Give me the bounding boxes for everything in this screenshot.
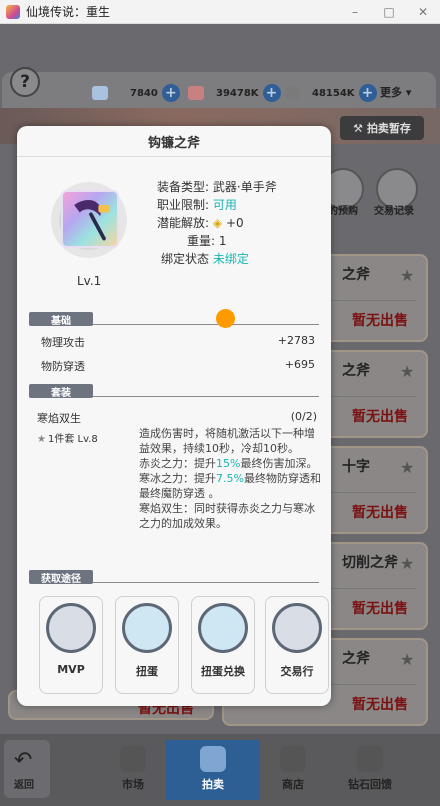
window-titlebar: 仙境传说：重生 – □ ✕ bbox=[0, 0, 440, 24]
item-detail-popup: 钩镰之斧 Lv.1 装备类型: 武器·单手斧 职业限制: 可用 潜能解放: ◈ … bbox=[17, 126, 331, 706]
section-source-header: 获取途径 bbox=[29, 570, 319, 585]
close-button[interactable]: ✕ bbox=[406, 0, 440, 24]
set-description: 造成伤害时，将随机激活以下一种增益效果，持续10秒，冷却10秒。 赤炎之力：提升… bbox=[139, 427, 321, 530]
set-name: 寒焰双生 bbox=[37, 412, 81, 425]
trade-icon bbox=[272, 603, 322, 653]
trade-record-label: 交易记录 bbox=[374, 206, 414, 217]
source-mvp[interactable]: MVP bbox=[39, 596, 103, 694]
back-arrow-icon: ↶ bbox=[14, 748, 33, 773]
source-gacha-exchange[interactable]: 扭蛋兑换 bbox=[191, 596, 255, 694]
add-diamond-button[interactable]: + bbox=[161, 84, 180, 102]
add-coin-button[interactable]: + bbox=[358, 84, 377, 102]
star-icon: ★ bbox=[37, 434, 46, 445]
favorite-star-icon[interactable]: ★ bbox=[400, 458, 416, 477]
bind-row: 绑定状态 未绑定 bbox=[161, 252, 249, 266]
potential-row: 潜能解放: ◈ +0 bbox=[157, 216, 244, 230]
app-icon bbox=[6, 4, 20, 19]
diamond-icon bbox=[92, 86, 108, 100]
favorite-star-icon[interactable]: ★ bbox=[400, 650, 416, 669]
more-menu[interactable]: 更多 ▾ bbox=[380, 84, 411, 100]
favorite-star-icon[interactable]: ★ bbox=[400, 266, 416, 285]
add-ruby-button[interactable]: + bbox=[262, 84, 281, 102]
set-piece-level: ★ 1件套 Lv.8 bbox=[37, 434, 98, 445]
coin-icon bbox=[284, 86, 300, 100]
stat-label: 物理攻击 bbox=[41, 336, 85, 349]
stat-value: +2783 bbox=[277, 334, 315, 347]
back-button[interactable]: ↶ 返回 bbox=[4, 740, 50, 798]
set-count: (0/2) bbox=[290, 410, 317, 423]
source-trade[interactable]: 交易行 bbox=[265, 596, 329, 694]
coin-stack-icon bbox=[357, 746, 383, 772]
weight-row: 重量: 1 bbox=[187, 234, 227, 248]
resource-diamond: 7840 + bbox=[92, 82, 180, 104]
axe-item-icon bbox=[61, 190, 119, 248]
hammer-icon: ⚒ bbox=[353, 121, 363, 135]
gacha-icon bbox=[122, 603, 172, 653]
scale-icon bbox=[120, 746, 146, 772]
source-gacha[interactable]: 扭蛋 bbox=[115, 596, 179, 694]
potential-icon: ◈ bbox=[212, 216, 223, 230]
section-set-header: 套装 bbox=[29, 384, 319, 399]
shop-icon bbox=[280, 746, 306, 772]
nav-shop[interactable]: 商店 bbox=[260, 740, 326, 800]
nav-diamond-rebate[interactable]: 钻石回馈 bbox=[330, 740, 410, 800]
gacha-exchange-icon bbox=[198, 603, 248, 653]
auction-temp-button[interactable]: ⚒ 拍卖暂存 bbox=[340, 116, 424, 140]
stat-label: 物防穿透 bbox=[41, 360, 85, 373]
help-button[interactable]: ? bbox=[10, 67, 40, 97]
item-level: Lv.1 bbox=[77, 274, 102, 288]
nav-market[interactable]: 市场 bbox=[100, 740, 166, 800]
item-name: 钩镰之斧 bbox=[147, 136, 200, 151]
preorder-label: 的预购 bbox=[328, 206, 358, 217]
stat-value: +695 bbox=[284, 358, 315, 371]
nav-auction[interactable]: 拍卖 bbox=[166, 740, 260, 800]
item-icon-frame bbox=[45, 176, 133, 264]
ruby-icon bbox=[188, 86, 204, 100]
gavel-icon bbox=[200, 746, 226, 772]
maximize-button[interactable]: □ bbox=[372, 0, 406, 24]
favorite-star-icon[interactable]: ★ bbox=[400, 362, 416, 381]
favorite-star-icon[interactable]: ★ bbox=[400, 554, 416, 573]
section-basic-header: 基础 bbox=[29, 312, 319, 327]
resource-coin: 48154K + bbox=[284, 82, 377, 104]
resource-ruby: 39478K + bbox=[188, 82, 281, 104]
window-title: 仙境传说：重生 bbox=[26, 5, 111, 19]
job-limit-row: 职业限制: 可用 bbox=[157, 198, 237, 212]
mvp-icon bbox=[46, 603, 96, 653]
equip-type-row: 装备类型: 武器·单手斧 bbox=[157, 180, 277, 194]
touch-indicator bbox=[216, 309, 235, 328]
minimize-button[interactable]: – bbox=[338, 0, 372, 24]
